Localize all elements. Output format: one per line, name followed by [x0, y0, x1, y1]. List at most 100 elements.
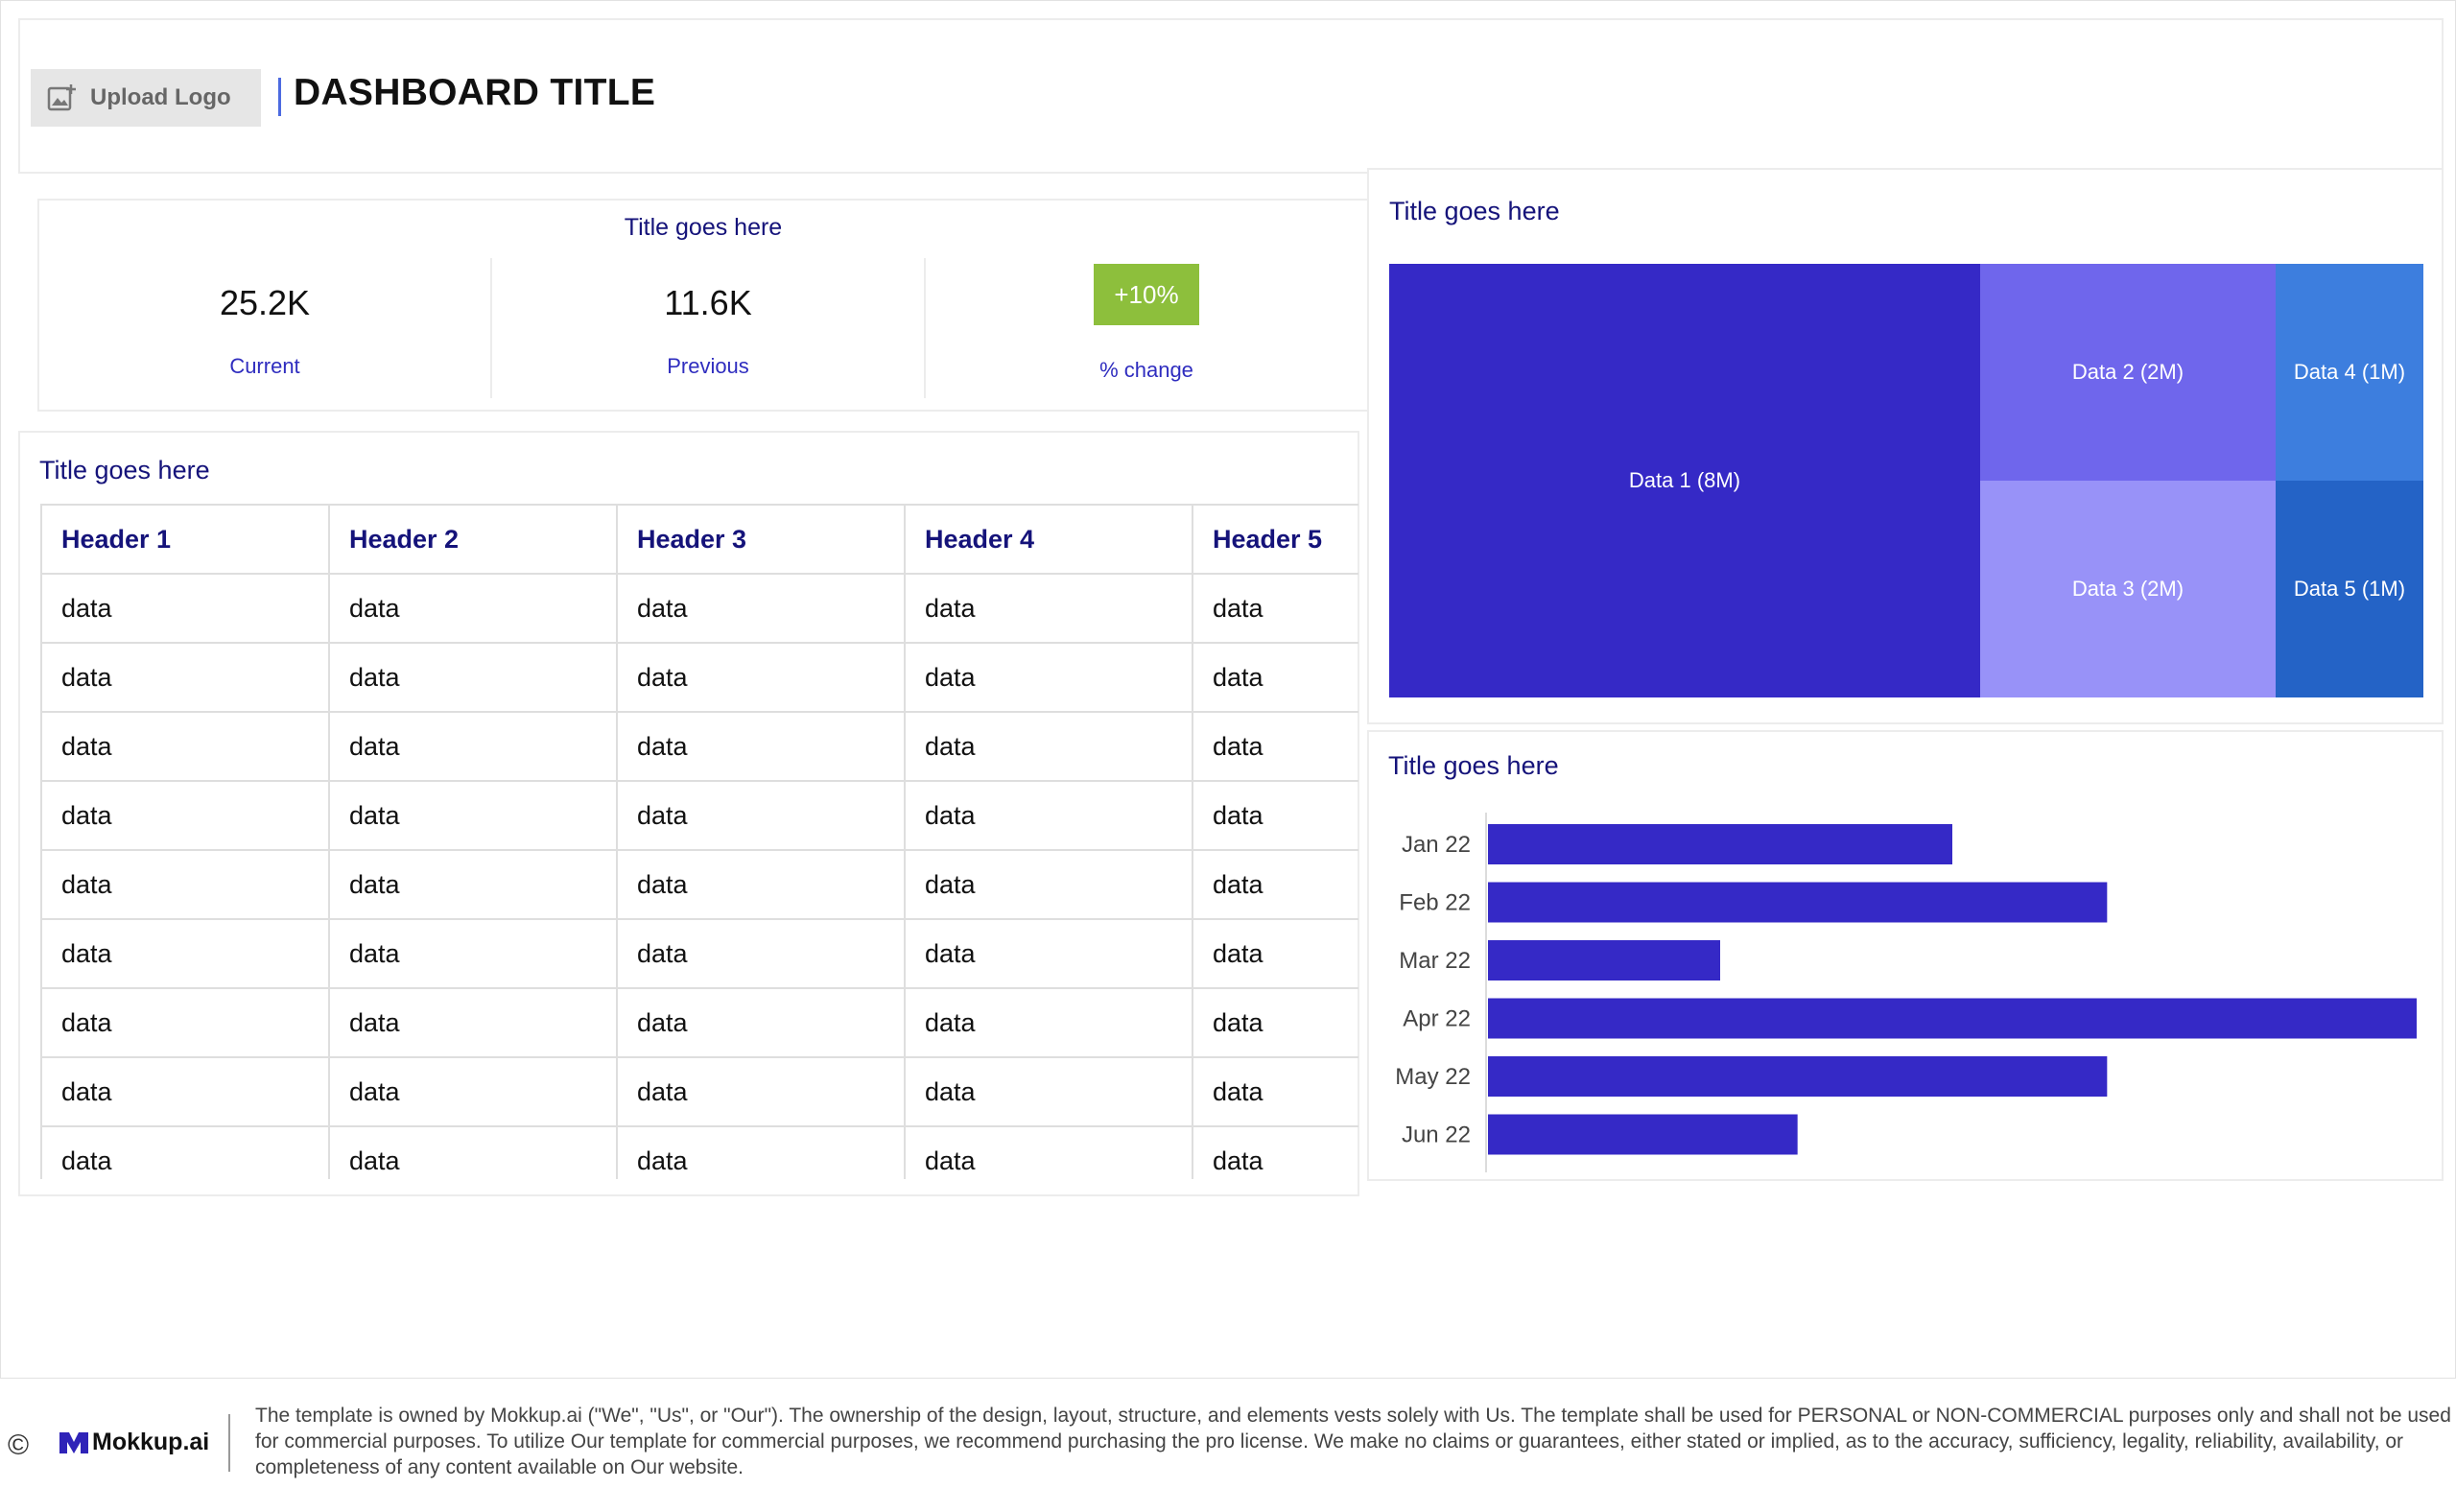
bar[interactable]: [1488, 1114, 1798, 1155]
table-row: data data data data data: [40, 918, 1358, 989]
footer-disclaimer: The template is owned by Mokkup.ai ("We"…: [255, 1405, 2451, 1478]
table-cell: data: [1192, 642, 1358, 713]
table-cell: data: [904, 1056, 1193, 1127]
upload-logo-button[interactable]: Upload Logo: [31, 69, 261, 127]
table-cell: data: [40, 1056, 330, 1127]
treemap-card: Title goes here Data 1 (8M) Data 2 (2M) Da…: [1367, 168, 2444, 724]
data-table: Header 1 Header 2 Header 3 Header 4 Header 5…: [40, 504, 1358, 1179]
table-cell: data: [40, 918, 330, 989]
table-cell: data: [328, 642, 618, 713]
table-cell: data: [40, 711, 330, 782]
copyright-icon: ©: [8, 1429, 30, 1461]
table-cell: data: [616, 573, 906, 644]
bar[interactable]: [1488, 882, 2108, 923]
table-cell: data: [328, 1056, 618, 1127]
table-cell: data: [40, 1125, 330, 1179]
table-header-cell[interactable]: Header 1: [40, 504, 330, 575]
table-header-row: Header 1 Header 2 Header 3 Header 4 Header 5: [40, 504, 1358, 575]
treemap-label: Data 5 (1M): [2293, 577, 2406, 601]
y-tick-label: Jan 22: [1402, 832, 1471, 858]
table-cell: data: [616, 1056, 906, 1127]
table-cell: data: [616, 642, 906, 713]
mokkup-logo-icon: [59, 1431, 88, 1453]
mokkup-logo[interactable]: Mokkup.ai: [59, 1429, 209, 1456]
bar-chart: Jan 22 Feb 22 Mar 22 Apr 22 May 22 Jun 22: [1395, 813, 2417, 1172]
table-cell: data: [616, 987, 906, 1058]
table-cell: data: [1192, 1056, 1358, 1127]
treemap-cell[interactable]: Data 3 (2M): [1980, 481, 2276, 697]
data-table-card: Title goes here Header 1 Header 2 Header 3…: [18, 431, 1359, 1196]
table-cell: data: [1192, 849, 1358, 920]
table-row: data data data data data: [40, 573, 1358, 644]
table-cell: data: [904, 918, 1193, 989]
y-tick-label: Feb 22: [1399, 890, 1471, 916]
kpi-change: +10% % change: [926, 258, 1367, 398]
bar-chart-card: Title goes here Jan 22 Feb 22 Mar 22 Apr 22…: [1367, 730, 2444, 1181]
treemap-cell[interactable]: Data 5 (1M): [2276, 481, 2423, 697]
table-cell: data: [1192, 711, 1358, 782]
table-cell: data: [1192, 573, 1358, 644]
table-header-cell[interactable]: Header 4: [904, 504, 1193, 575]
table-cell: data: [1192, 1125, 1358, 1179]
table-cell: data: [328, 1125, 618, 1179]
table-cell: data: [328, 711, 618, 782]
treemap-chart: Data 1 (8M) Data 2 (2M) Data 3 (2M) Data 4 …: [1389, 264, 2423, 697]
y-tick-label: May 22: [1395, 1064, 1471, 1090]
table-cell: data: [40, 642, 330, 713]
kpi-previous-value: 11.6K: [664, 283, 752, 322]
table-cell: data: [904, 780, 1193, 851]
y-tick-label: Mar 22: [1399, 948, 1471, 974]
treemap-cell[interactable]: Data 4 (1M): [2276, 264, 2423, 481]
table-row: data data data data data: [40, 642, 1358, 713]
bar[interactable]: [1488, 940, 1720, 980]
title-divider: [278, 78, 281, 116]
table-cell: data: [616, 780, 906, 851]
table-cell: data: [328, 987, 618, 1058]
table-scroll-area[interactable]: Header 1 Header 2 Header 3 Header 4 Header 5…: [40, 504, 1358, 1179]
treemap-cell[interactable]: Data 1 (8M): [1389, 264, 1980, 697]
table-cell: data: [904, 573, 1193, 644]
table-cell: data: [616, 711, 906, 782]
table-cell: data: [616, 849, 906, 920]
table-row: data data data data data: [40, 780, 1358, 851]
image-upload-icon: [47, 84, 76, 111]
table-cell: data: [616, 918, 906, 989]
table-cell: data: [328, 780, 618, 851]
treemap-title: Title goes here: [1389, 197, 1560, 225]
table-row: data data data data data: [40, 1125, 1358, 1179]
upload-logo-label: Upload Logo: [90, 84, 231, 110]
kpi-title: Title goes here: [624, 214, 783, 241]
table-cell: data: [40, 780, 330, 851]
dashboard-title: DASHBOARD TITLE: [294, 72, 656, 113]
kpi-current-value: 25.2K: [219, 283, 311, 322]
dashboard-header: Upload Logo DASHBOARD TITLE: [18, 18, 2444, 174]
table-cell: data: [1192, 918, 1358, 989]
table-title: Title goes here: [39, 456, 210, 484]
kpi-card: Title goes here 25.2K Current 11.6K Prev…: [37, 199, 1369, 412]
bar[interactable]: [1488, 998, 2417, 1039]
bar[interactable]: [1488, 824, 1952, 864]
table-row: data data data data data: [40, 987, 1358, 1058]
footer-divider: [228, 1414, 230, 1472]
table-cell: data: [904, 849, 1193, 920]
table-row: data data data data data: [40, 1056, 1358, 1127]
table-cell: data: [1192, 987, 1358, 1058]
y-tick-label: Jun 22: [1402, 1122, 1471, 1148]
table-cell: data: [328, 849, 618, 920]
treemap-label: Data 3 (2M): [2071, 577, 2184, 601]
table-cell: data: [904, 987, 1193, 1058]
treemap-label: Data 2 (2M): [2071, 360, 2184, 384]
kpi-current-label: Current: [229, 354, 300, 378]
treemap-label: Data 1 (8M): [1628, 468, 1741, 492]
treemap-cell[interactable]: Data 2 (2M): [1980, 264, 2276, 481]
kpi-change-badge: +10%: [1094, 264, 1199, 325]
kpi-previous-label: Previous: [667, 354, 749, 378]
bar[interactable]: [1488, 1056, 2108, 1097]
table-header-cell[interactable]: Header 2: [328, 504, 618, 575]
table-row: data data data data data: [40, 711, 1358, 782]
treemap-label: Data 4 (1M): [2293, 360, 2406, 384]
y-tick-label: Apr 22: [1403, 1006, 1471, 1032]
kpi-current: 25.2K Current: [39, 258, 490, 398]
table-header-cell[interactable]: Header 3: [616, 504, 906, 575]
table-header-cell[interactable]: Header 5: [1192, 504, 1358, 575]
